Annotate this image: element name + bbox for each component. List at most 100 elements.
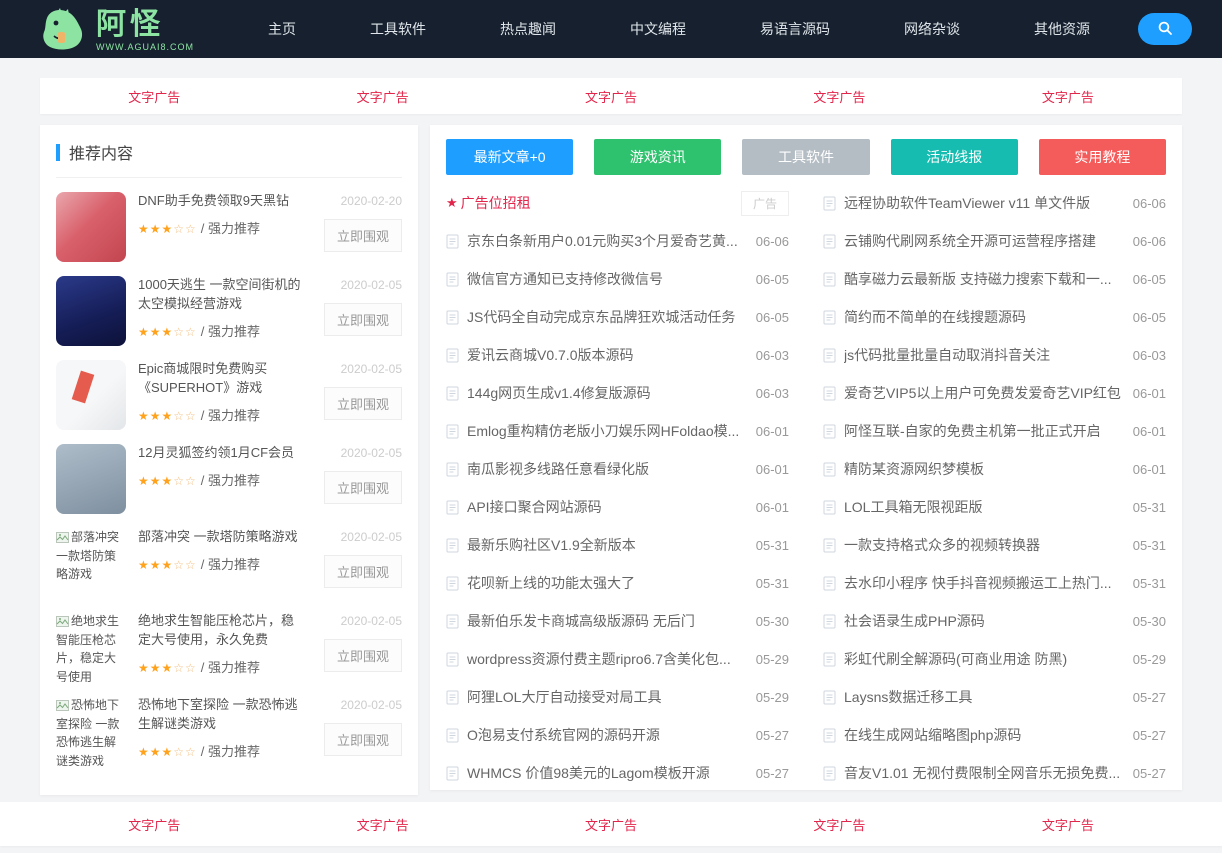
text-ad-link[interactable]: 文字广告 <box>128 815 180 834</box>
article-row[interactable]: 最新伯乐发卡商城高级版源码 无后门 05-30 <box>446 602 789 640</box>
recommended-item[interactable]: 绝地求生智能压枪芯片，稳定大号使用 绝地求生智能压枪芯片，稳定大号使用，永久免费… <box>56 598 402 682</box>
article-row[interactable]: 微信官方通知已支持修改微信号 06-05 <box>446 260 789 298</box>
text-ad-link[interactable]: 文字广告 <box>357 87 409 106</box>
article-title[interactable]: 阿怪互联-自家的免费主机第一批正式开启 <box>844 421 1123 441</box>
category-button-tools[interactable]: 工具软件 <box>742 139 870 175</box>
article-row[interactable]: 京东白条新用户0.01元购买3个月爱奇艺黄... 06-06 <box>446 222 789 260</box>
article-title[interactable]: 音友V1.01 无视付费限制全网音乐无损免费... <box>844 763 1123 783</box>
article-row[interactable]: Emlog重构精仿老版小刀娱乐网HFoldao模... 06-01 <box>446 412 789 450</box>
nav-item-tools[interactable]: 工具软件 <box>354 0 442 58</box>
category-button-game-news[interactable]: 游戏资讯 <box>594 139 722 175</box>
article-title[interactable]: wordpress资源付费主题ripro6.7含美化包... <box>467 649 746 669</box>
article-title[interactable]: 爱讯云商城V0.7.0版本源码 <box>467 345 746 365</box>
article-title[interactable]: 简约而不简单的在线搜题源码 <box>844 307 1123 327</box>
nav-item-network-talk[interactable]: 网络杂谈 <box>888 0 976 58</box>
nav-item-hot-news[interactable]: 热点趣闻 <box>484 0 572 58</box>
article-title[interactable]: 社会语录生成PHP源码 <box>844 611 1123 631</box>
article-row[interactable]: 音友V1.01 无视付费限制全网音乐无损免费... 05-27 <box>823 754 1166 792</box>
nav-item-easy-language-source[interactable]: 易语言源码 <box>744 0 846 58</box>
article-title[interactable]: 绝地求生智能压枪芯片，稳定大号使用，永久免费 <box>138 612 306 650</box>
view-button[interactable]: 立即围观 <box>323 639 402 672</box>
article-row[interactable]: JS代码全自动完成京东品牌狂欢城活动任务 06-05 <box>446 298 789 336</box>
article-title[interactable]: Epic商城限时免费购买《SUPERHOT》游戏 <box>138 360 306 398</box>
view-button[interactable]: 立即围观 <box>323 219 402 252</box>
article-title[interactable]: Laysns数据迁移工具 <box>844 687 1123 707</box>
article-title[interactable]: LOL工具箱无限视距版 <box>844 497 1123 517</box>
article-row[interactable]: 一款支持格式众多的视频转换器 05-31 <box>823 526 1166 564</box>
article-title[interactable]: Emlog重构精仿老版小刀娱乐网HFoldao模... <box>467 421 746 441</box>
category-button-tutorials[interactable]: 实用教程 <box>1038 139 1167 175</box>
article-title[interactable]: 144g网页生成v1.4修复版源码 <box>467 383 746 403</box>
article-title[interactable]: 12月灵狐签约领1月CF会员 <box>138 444 306 463</box>
view-button[interactable]: 立即围观 <box>323 471 402 504</box>
view-button[interactable]: 立即围观 <box>323 555 402 588</box>
article-row[interactable]: 144g网页生成v1.4修复版源码 06-03 <box>446 374 789 412</box>
article-row[interactable]: 阿怪互联-自家的免费主机第一批正式开启 06-01 <box>823 412 1166 450</box>
article-title[interactable]: 去水印小程序 快手抖音视频搬运工上热门... <box>844 573 1123 593</box>
article-title[interactable]: 最新乐购社区V1.9全新版本 <box>467 535 746 555</box>
article-row[interactable]: 花呗新上线的功能太强大了 05-31 <box>446 564 789 602</box>
article-row[interactable]: API接口聚合网站源码 06-01 <box>446 488 789 526</box>
article-row[interactable]: 远程协助软件TeamViewer v11 单文件版 06-06 <box>823 184 1166 222</box>
text-ad-link[interactable]: 文字广告 <box>1042 815 1094 834</box>
recommended-item[interactable]: 部落冲突 一款塔防策略游戏 部落冲突 一款塔防策略游戏 ★★★☆☆ / 强力推荐 … <box>56 514 402 598</box>
text-ad-link[interactable]: 文字广告 <box>585 815 637 834</box>
article-row[interactable]: 阿狸LOL大厅自动接受对局工具 05-29 <box>446 678 789 716</box>
article-title[interactable]: O泡易支付系统官网的源码开源 <box>467 725 746 745</box>
article-row[interactable]: 爱奇艺VIP5以上用户可免费发爱奇艺VIP红包 06-01 <box>823 374 1166 412</box>
article-title[interactable]: JS代码全自动完成京东品牌狂欢城活动任务 <box>467 307 746 327</box>
search-button[interactable] <box>1138 13 1192 45</box>
ad-slot-label[interactable]: 广告位招租 <box>461 193 741 213</box>
article-row[interactable]: 最新乐购社区V1.9全新版本 05-31 <box>446 526 789 564</box>
text-ad-link[interactable]: 文字广告 <box>813 815 865 834</box>
category-button-latest[interactable]: 最新文章+0 <box>446 139 574 175</box>
article-title[interactable]: 一款支持格式众多的视频转换器 <box>844 535 1123 555</box>
article-title[interactable]: 最新伯乐发卡商城高级版源码 无后门 <box>467 611 746 631</box>
article-row[interactable]: 在线生成网站缩略图php源码 05-27 <box>823 716 1166 754</box>
article-row[interactable]: 彩虹代刷全解源码(可商业用途 防黑) 05-29 <box>823 640 1166 678</box>
article-title[interactable]: 酷享磁力云最新版 支持磁力搜索下载和一... <box>844 269 1123 289</box>
article-title[interactable]: WHMCS 价值98美元的Lagom模板开源 <box>467 763 746 783</box>
text-ad-link[interactable]: 文字广告 <box>128 87 180 106</box>
article-row[interactable]: O泡易支付系统官网的源码开源 05-27 <box>446 716 789 754</box>
article-row[interactable]: 简约而不简单的在线搜题源码 06-05 <box>823 298 1166 336</box>
text-ad-link[interactable]: 文字广告 <box>357 815 409 834</box>
article-title[interactable]: 微信官方通知已支持修改微信号 <box>467 269 746 289</box>
article-row[interactable]: LOL工具箱无限视距版 05-31 <box>823 488 1166 526</box>
article-title[interactable]: 彩虹代刷全解源码(可商业用途 防黑) <box>844 649 1123 669</box>
article-title[interactable]: API接口聚合网站源码 <box>467 497 746 517</box>
article-title[interactable]: 恐怖地下室探险 一款恐怖逃生解谜类游戏 <box>138 696 306 734</box>
article-title[interactable]: DNF助手免费领取9天黑钻 <box>138 192 306 211</box>
view-button[interactable]: 立即围观 <box>323 387 402 420</box>
recommended-item[interactable]: 12月灵狐签约领1月CF会员 ★★★☆☆ / 强力推荐 2020-02-05 立即… <box>56 430 402 514</box>
article-row[interactable]: 南瓜影视多线路任意看绿化版 06-01 <box>446 450 789 488</box>
article-title[interactable]: 爱奇艺VIP5以上用户可免费发爱奇艺VIP红包 <box>844 383 1123 403</box>
article-title[interactable]: 精防某资源网织梦模板 <box>844 459 1123 479</box>
article-row[interactable]: 精防某资源网织梦模板 06-01 <box>823 450 1166 488</box>
recommended-item[interactable]: DNF助手免费领取9天黑钻 ★★★☆☆ / 强力推荐 2020-02-20 立即围… <box>56 178 402 262</box>
article-title[interactable]: 花呗新上线的功能太强大了 <box>467 573 746 593</box>
article-title[interactable]: 远程协助软件TeamViewer v11 单文件版 <box>844 193 1123 213</box>
article-row[interactable]: 社会语录生成PHP源码 05-30 <box>823 602 1166 640</box>
article-row[interactable]: 酷享磁力云最新版 支持磁力搜索下载和一... 06-05 <box>823 260 1166 298</box>
nav-item-other-resources[interactable]: 其他资源 <box>1018 0 1106 58</box>
article-row[interactable]: 云铺购代刷网系统全开源可运营程序搭建 06-06 <box>823 222 1166 260</box>
article-row[interactable]: js代码批量批量自动取消抖音关注 06-03 <box>823 336 1166 374</box>
view-button[interactable]: 立即围观 <box>323 303 402 336</box>
recommended-item[interactable]: 恐怖地下室探险 一款恐怖逃生解谜类游戏 恐怖地下室探险 一款恐怖逃生解谜类游戏 … <box>56 682 402 766</box>
article-title[interactable]: 在线生成网站缩略图php源码 <box>844 725 1123 745</box>
recommended-item[interactable]: Epic商城限时免费购买《SUPERHOT》游戏 ★★★☆☆ / 强力推荐 202… <box>56 346 402 430</box>
view-button[interactable]: 立即围观 <box>323 723 402 756</box>
article-title[interactable]: 1000天逃生 一款空间街机的太空模拟经营游戏 <box>138 276 306 314</box>
text-ad-link[interactable]: 文字广告 <box>1042 87 1094 106</box>
article-row[interactable]: 去水印小程序 快手抖音视频搬运工上热门... 05-31 <box>823 564 1166 602</box>
article-title[interactable]: 阿狸LOL大厅自动接受对局工具 <box>467 687 746 707</box>
article-title[interactable]: 京东白条新用户0.01元购买3个月爱奇艺黄... <box>467 231 746 251</box>
nav-item-chinese-programming[interactable]: 中文编程 <box>614 0 702 58</box>
article-title[interactable]: 南瓜影视多线路任意看绿化版 <box>467 459 746 479</box>
article-title[interactable]: 云铺购代刷网系统全开源可运营程序搭建 <box>844 231 1123 251</box>
article-title[interactable]: 部落冲突 一款塔防策略游戏 <box>138 528 306 547</box>
text-ad-link[interactable]: 文字广告 <box>813 87 865 106</box>
article-row[interactable]: wordpress资源付费主题ripro6.7含美化包... 05-29 <box>446 640 789 678</box>
article-title[interactable]: js代码批量批量自动取消抖音关注 <box>844 345 1123 365</box>
